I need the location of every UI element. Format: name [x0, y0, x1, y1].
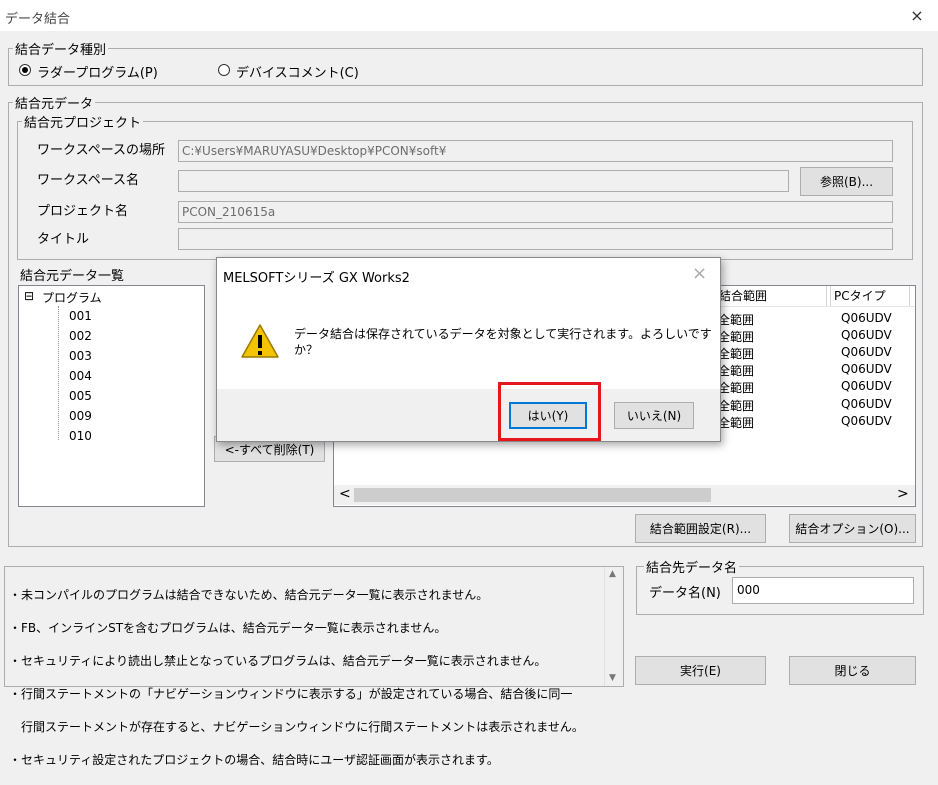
- notes-text: ・未コンパイルのプログラムは結合できないため、結合元データ一覧に表示されません。…: [9, 570, 599, 785]
- title-bar: [0, 0, 938, 31]
- scroll-left-icon[interactable]: <: [339, 486, 351, 502]
- workspace-name-field: [178, 170, 789, 192]
- tree-item-003[interactable]: 003: [69, 349, 92, 363]
- range-settings-button[interactable]: 結合範囲設定(R)...: [635, 514, 766, 543]
- tree-item-005[interactable]: 005: [69, 389, 92, 403]
- tree-item-001[interactable]: 001: [69, 309, 92, 323]
- execute-button[interactable]: 実行(E): [635, 656, 766, 685]
- close-button[interactable]: 閉じる: [789, 656, 916, 685]
- column-header-range[interactable]: 結合範囲: [716, 286, 827, 306]
- note-line: ・セキュリティにより読出し禁止となっているプログラムは、結合元データ一覧に表示さ…: [9, 653, 547, 668]
- tree-item-004[interactable]: 004: [69, 369, 92, 383]
- scroll-down-icon[interactable]: ▼: [609, 673, 616, 683]
- note-line: 行間ステートメントが存在すると、ナビゲーションウィンドウに行間ステートメントは表…: [9, 719, 584, 734]
- project-name-label: プロジェクト名: [37, 204, 129, 219]
- table-cell: Q06UDV: [841, 397, 892, 411]
- scroll-right-icon[interactable]: >: [897, 486, 909, 502]
- table-cell: Q06UDV: [841, 345, 892, 359]
- table-cell: 全範囲: [718, 347, 755, 361]
- table-cell: 全範囲: [718, 416, 755, 430]
- table-cell: 全範囲: [718, 330, 755, 344]
- tree-guide-line: [58, 306, 59, 440]
- workspace-name-label: ワークスペース名: [37, 173, 140, 188]
- dest-label: 結合先データ名: [644, 557, 740, 576]
- close-icon[interactable]: ×: [905, 6, 929, 26]
- note-line: ・FB、インラインSTを含むプログラムは、結合元データ一覧に表示されません。: [9, 620, 447, 635]
- source-project-label: 結合元プロジェクト: [22, 112, 144, 131]
- merge-options-button[interactable]: 結合オプション(O)...: [789, 514, 916, 543]
- warning-icon: [240, 323, 280, 359]
- tree-root-programs[interactable]: プログラム: [42, 289, 102, 306]
- note-line: ・セキュリティ設定されたプロジェクトの場合、結合時にユーザ認証画面が表示されます…: [9, 752, 499, 767]
- table-cell: Q06UDV: [841, 414, 892, 428]
- tree-item-009[interactable]: 009: [69, 409, 92, 423]
- browse-button[interactable]: 参照(B)...: [800, 167, 893, 196]
- workspace-location-field: C:¥Users¥MARUYASU¥Desktop¥PCON¥soft¥: [178, 140, 893, 162]
- table-cell: 全範囲: [718, 381, 755, 395]
- source-list-label: 結合元データ一覧: [20, 269, 125, 284]
- dest-name-label: データ名(N): [649, 586, 721, 601]
- notes-scrollbar[interactable]: [604, 567, 623, 686]
- project-title-field: [178, 228, 893, 250]
- radio-ladder-program[interactable]: [19, 64, 31, 76]
- tree-item-010[interactable]: 010: [69, 429, 92, 443]
- table-cell: Q06UDV: [841, 379, 892, 393]
- table-cell: Q06UDV: [841, 328, 892, 342]
- confirm-dialog: MELSOFTシリーズ GX Works2 × データ結合は保存されているデータ…: [216, 257, 721, 442]
- merge-type-label: 結合データ種別: [13, 39, 109, 58]
- scrollbar-thumb[interactable]: [354, 488, 711, 502]
- workspace-location-label: ワークスペースの場所: [37, 143, 166, 158]
- window-title: データ結合: [5, 12, 71, 27]
- project-title-label: タイトル: [37, 232, 90, 247]
- highlight-box: [498, 382, 601, 441]
- dialog-message-line2: か？: [294, 343, 319, 357]
- source-tree[interactable]: ⊟ プログラム: [18, 285, 205, 507]
- dialog-close-icon[interactable]: ×: [692, 263, 707, 284]
- tree-toggle-icon[interactable]: ⊟: [24, 289, 34, 303]
- table-cell: 全範囲: [718, 399, 755, 413]
- radio-device-comment[interactable]: [218, 64, 230, 76]
- table-cell: Q06UDV: [841, 362, 892, 376]
- radio-device-comment-label[interactable]: デバイスコメント(C): [236, 62, 359, 81]
- table-cell: Q06UDV: [841, 311, 892, 325]
- dest-name-input[interactable]: 000: [732, 577, 914, 604]
- note-line: ・未コンパイルのプログラムは結合できないため、結合元データ一覧に表示されません。: [9, 587, 489, 602]
- dialog-title: MELSOFTシリーズ GX Works2: [223, 271, 410, 286]
- table-cell: 全範囲: [718, 313, 755, 327]
- dialog-message: データ結合は保存されているデータを対象として実行されます。よろしいです か？: [294, 326, 712, 358]
- tree-item-002[interactable]: 002: [69, 329, 92, 343]
- project-name-field: PCON_210615a: [178, 201, 893, 223]
- radio-ladder-program-label[interactable]: ラダープログラム(P): [37, 62, 158, 81]
- column-header-pc-type[interactable]: PCタイプ: [830, 286, 910, 306]
- dialog-message-line1: データ結合は保存されているデータを対象として実行されます。よろしいです: [294, 327, 712, 341]
- no-button[interactable]: いいえ(N): [614, 402, 694, 429]
- scroll-up-icon[interactable]: ▲: [609, 569, 616, 579]
- table-cell: 全範囲: [718, 364, 755, 378]
- source-data-label: 結合元データ: [13, 93, 96, 112]
